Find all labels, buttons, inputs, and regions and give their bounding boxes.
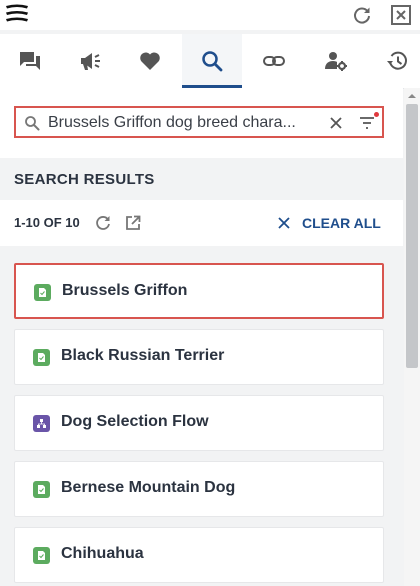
tab-links[interactable] (244, 34, 304, 88)
result-item[interactable]: Black Russian Terrier (14, 329, 384, 385)
tab-favorites[interactable] (120, 34, 180, 88)
tab-history[interactable] (368, 34, 420, 88)
tab-bar (0, 34, 420, 89)
filter-active-dot (374, 112, 379, 117)
flow-icon (33, 415, 50, 432)
result-item[interactable]: Dog Selection Flow (14, 395, 384, 451)
scroll-up-arrow-icon[interactable] (404, 90, 420, 102)
results-toolbar: 1-10 OF 10 CLEAR ALL (0, 200, 403, 246)
link-icon (263, 56, 285, 66)
results-count: 1-10 OF 10 (14, 215, 80, 230)
search-input[interactable] (48, 112, 310, 134)
search-results-heading: SEARCH RESULTS (14, 170, 155, 188)
clear-search-icon[interactable] (328, 115, 344, 131)
refresh-icon[interactable] (352, 5, 372, 25)
search-icon (25, 116, 40, 131)
result-item[interactable]: Chihuahua (14, 527, 384, 583)
history-icon (387, 51, 407, 70)
results-list: Brussels Griffon Black Russian Terrier D… (0, 246, 403, 586)
filter-icon[interactable] (358, 114, 376, 132)
result-item[interactable]: Brussels Griffon (14, 263, 384, 319)
clear-all-label: CLEAR ALL (302, 215, 381, 231)
article-icon (34, 284, 51, 301)
tab-user-settings[interactable] (306, 34, 366, 88)
user-settings-icon (325, 52, 347, 71)
search-panel (0, 88, 403, 158)
tab-search[interactable] (182, 34, 242, 88)
article-icon (33, 547, 50, 564)
result-title: Chihuahua (61, 545, 144, 562)
megaphone-icon (81, 53, 100, 70)
scrollbar-thumb[interactable] (406, 104, 418, 368)
close-icon (278, 217, 290, 229)
tab-chat[interactable] (0, 34, 60, 88)
result-title: Brussels Griffon (62, 282, 188, 299)
result-title: Black Russian Terrier (61, 347, 225, 364)
article-icon (33, 481, 50, 498)
reload-results-icon[interactable] (94, 214, 112, 232)
tab-announcements[interactable] (60, 34, 120, 88)
open-external-icon[interactable] (124, 214, 142, 232)
result-item[interactable]: Bernese Mountain Dog (14, 461, 384, 517)
chat-icon (20, 52, 40, 70)
result-title: Bernese Mountain Dog (61, 479, 236, 496)
search-icon (202, 51, 223, 72)
close-box-icon[interactable] (390, 4, 412, 26)
heart-icon (140, 52, 160, 70)
result-title: Dog Selection Flow (61, 413, 209, 430)
search-box (14, 106, 384, 138)
clear-all-button[interactable]: CLEAR ALL (276, 212, 381, 234)
menu-icon[interactable] (4, 2, 30, 26)
title-bar (0, 0, 420, 30)
article-icon (33, 349, 50, 366)
